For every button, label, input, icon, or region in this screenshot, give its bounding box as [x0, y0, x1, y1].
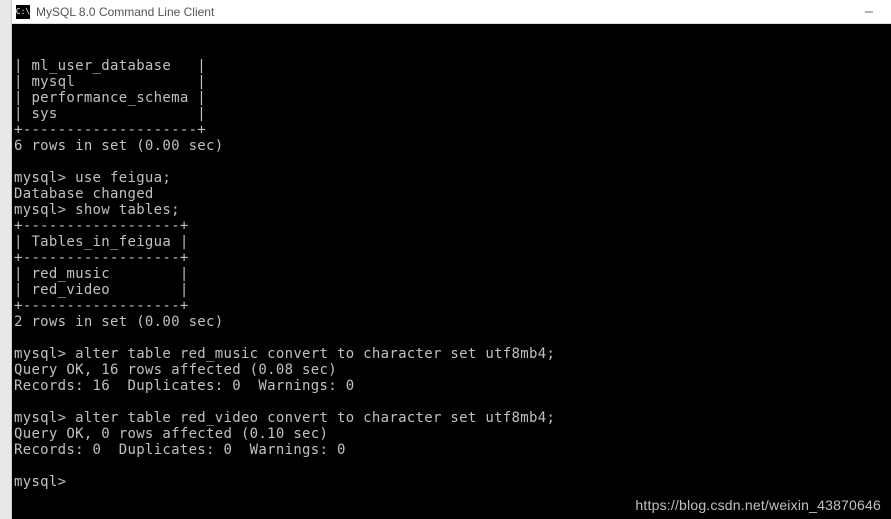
terminal-line: 2 rows in set (0.00 sec) [14, 314, 891, 330]
terminal-line: mysql> show tables; [14, 202, 891, 218]
terminal-line: Database changed [14, 186, 891, 202]
terminal-line: Records: 0 Duplicates: 0 Warnings: 0 [14, 442, 891, 458]
window-title: MySQL 8.0 Command Line Client [36, 5, 851, 19]
terminal-line: mysql> [14, 474, 891, 490]
terminal-line: | ml_user_database | [14, 58, 891, 74]
terminal-line: | red_video | [14, 282, 891, 298]
minimize-button[interactable] [851, 0, 887, 24]
terminal-line: | mysql | [14, 74, 891, 90]
terminal-output[interactable]: | ml_user_database || mysql || performan… [12, 24, 891, 519]
terminal-line: mysql> alter table red_video convert to … [14, 410, 891, 426]
terminal-line: mysql> use feigua; [14, 170, 891, 186]
app-window: C:\ MySQL 8.0 Command Line Client | ml_u… [12, 0, 891, 519]
terminal-line [14, 330, 891, 346]
terminal-line [14, 154, 891, 170]
terminal-line: | sys | [14, 106, 891, 122]
external-left-gutter [0, 0, 12, 519]
terminal-line: | red_music | [14, 266, 891, 282]
titlebar[interactable]: C:\ MySQL 8.0 Command Line Client [12, 0, 891, 24]
terminal-line: Records: 16 Duplicates: 0 Warnings: 0 [14, 378, 891, 394]
terminal-line: Query OK, 16 rows affected (0.08 sec) [14, 362, 891, 378]
terminal-line: | Tables_in_feigua | [14, 234, 891, 250]
terminal-line: +------------------+ [14, 298, 891, 314]
terminal-line [14, 458, 891, 474]
terminal-line [14, 490, 891, 506]
terminal-line: Query OK, 0 rows affected (0.10 sec) [14, 426, 891, 442]
window-controls [851, 0, 887, 24]
terminal-line: +--------------------+ [14, 122, 891, 138]
terminal-line: | performance_schema | [14, 90, 891, 106]
terminal-line: 6 rows in set (0.00 sec) [14, 138, 891, 154]
terminal-line: mysql> alter table red_music convert to … [14, 346, 891, 362]
terminal-line: +------------------+ [14, 250, 891, 266]
app-icon: C:\ [16, 5, 30, 19]
terminal-line [14, 394, 891, 410]
terminal-line: +------------------+ [14, 218, 891, 234]
